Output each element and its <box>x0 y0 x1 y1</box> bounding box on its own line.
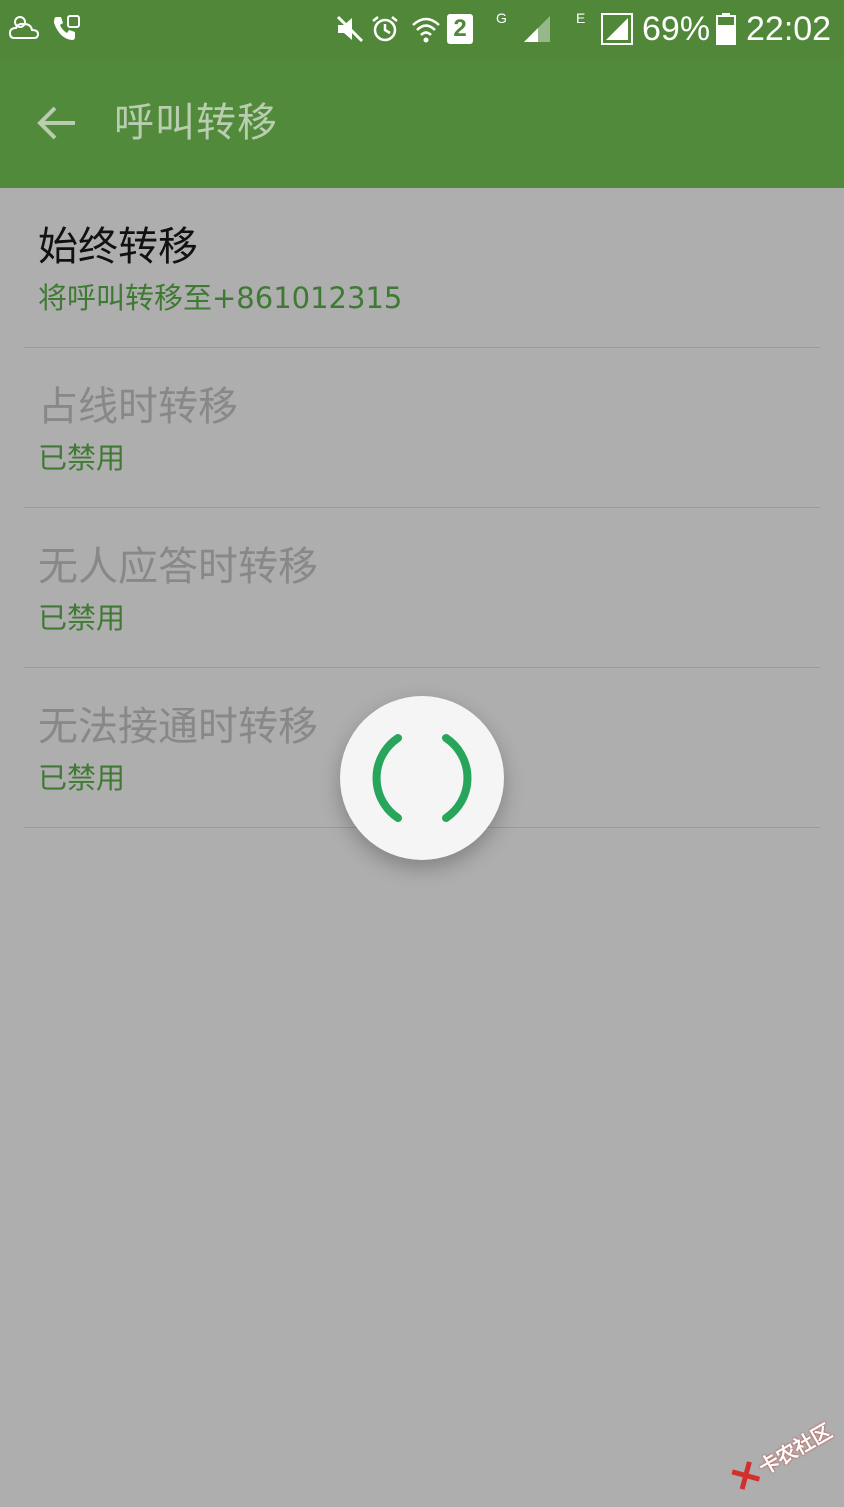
spinner-icon <box>372 734 472 822</box>
watermark: 卡农社区 <box>720 1401 844 1507</box>
item-summary: 已禁用 <box>38 441 126 475</box>
alarm-icon <box>370 8 400 50</box>
call-forward-icon <box>50 8 82 50</box>
sim-icon: 2 <box>447 8 473 50</box>
wifi-icon <box>410 8 442 50</box>
watermark-text: 卡农社区 <box>754 1418 836 1480</box>
list-item-forward-when-unanswered[interactable]: 无人应答时转移 已禁用 <box>0 508 844 668</box>
signal-icon <box>522 8 552 50</box>
list-item-forward-when-busy[interactable]: 占线时转移 已禁用 <box>0 348 844 508</box>
back-button[interactable] <box>22 88 92 158</box>
item-title: 始终转移 <box>38 224 198 270</box>
signal-icon-2 <box>600 8 634 50</box>
status-bar: 2 G E 69% 22:02 <box>0 0 844 58</box>
app-bar: 呼叫转移 <box>0 58 844 188</box>
item-title: 占线时转移 <box>38 384 238 430</box>
item-title: 无人应答时转移 <box>38 544 318 590</box>
item-summary: 已禁用 <box>38 601 126 635</box>
page-title: 呼叫转移 <box>114 100 278 146</box>
weather-icon <box>8 8 42 50</box>
battery-percent: 69% <box>642 10 711 48</box>
mute-icon <box>334 8 366 50</box>
sim-slot-number: 2 <box>453 15 467 42</box>
item-summary: 已禁用 <box>38 761 126 795</box>
item-summary: 将呼叫转移至+861012315 <box>38 281 403 315</box>
network-type-g: G <box>496 10 507 26</box>
network-type-e: E <box>576 10 586 26</box>
loading-spinner <box>340 696 504 860</box>
list-item-always-forward[interactable]: 始终转移 将呼叫转移至+861012315 <box>0 188 844 348</box>
clock: 22:02 <box>746 10 832 48</box>
arrow-left-icon <box>37 106 75 140</box>
item-title: 无法接通时转移 <box>38 704 318 750</box>
battery-icon <box>716 8 736 50</box>
